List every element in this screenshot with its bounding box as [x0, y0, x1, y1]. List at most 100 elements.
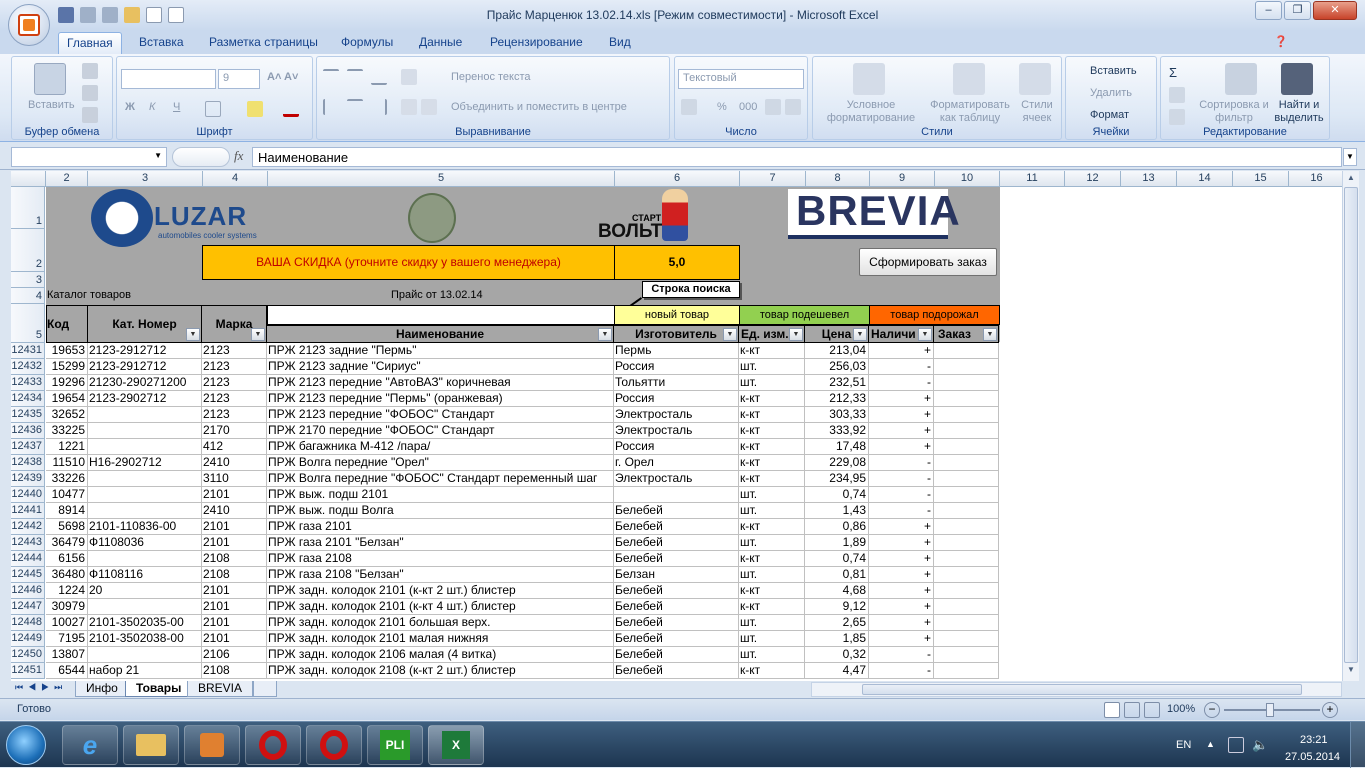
indent-decrease-icon[interactable] [401, 99, 417, 115]
cell-unit[interactable]: к-кт [738, 519, 805, 535]
underline-button[interactable]: Ч [173, 101, 180, 113]
cell-unit[interactable]: шт. [738, 615, 805, 631]
cell-price[interactable]: 303,33 [804, 407, 869, 423]
column-header[interactable]: 9 [870, 171, 935, 187]
row-header[interactable]: 1 [11, 187, 45, 229]
number-format-combo[interactable]: Текстовый [678, 69, 804, 89]
cell-code[interactable]: 30979 [46, 599, 88, 615]
cell-cat[interactable] [87, 471, 202, 487]
wrap-text-button[interactable]: Перенос текста [451, 71, 531, 83]
cell-cat[interactable] [87, 503, 202, 519]
tab-insert[interactable]: Вставка [131, 35, 192, 49]
clock-date[interactable]: 27.05.2014 [1285, 751, 1340, 763]
cell-brand[interactable]: 2101 [201, 583, 267, 599]
cell-maker[interactable]: Белебей [613, 599, 739, 615]
normal-view-icon[interactable] [1104, 702, 1120, 718]
cell-unit[interactable]: шт. [738, 487, 805, 503]
header-name[interactable]: Наименование ▼ [266, 325, 614, 343]
row-header[interactable]: 3 [11, 272, 45, 288]
cell-stock[interactable]: + [868, 407, 934, 423]
cell-price[interactable]: 212,33 [804, 391, 869, 407]
cell-code[interactable]: 36479 [46, 535, 88, 551]
font-color-icon[interactable] [283, 101, 299, 117]
taskbar-opera-2[interactable] [306, 725, 362, 765]
row-header[interactable]: 12451 [11, 663, 45, 679]
cell-stock[interactable]: + [868, 439, 934, 455]
column-header[interactable]: 2 [46, 171, 88, 187]
cell-cat[interactable] [87, 407, 202, 423]
cell-brand[interactable]: 2101 [201, 631, 267, 647]
row-header[interactable]: 12431 [11, 343, 45, 359]
cell-unit[interactable]: к-кт [738, 551, 805, 567]
cell-name[interactable]: ПРЖ задн. колодок 2101 (к-кт 4 шт.) блис… [266, 599, 614, 615]
cell-unit[interactable]: к-кт [738, 471, 805, 487]
align-top-icon[interactable] [323, 69, 339, 85]
indent-increase-icon[interactable] [421, 99, 437, 115]
cell-brand[interactable]: 412 [201, 439, 267, 455]
currency-icon[interactable] [681, 99, 697, 115]
cell-brand[interactable]: 2123 [201, 407, 267, 423]
cell-maker[interactable]: г. Орел [613, 455, 739, 471]
clear-icon[interactable] [1169, 109, 1185, 125]
cell-price[interactable]: 229,08 [804, 455, 869, 471]
align-bottom-icon[interactable] [371, 69, 387, 85]
cell-cat[interactable]: 2101-3502035-00 [87, 615, 202, 631]
cell-maker[interactable]: Белебей [613, 503, 739, 519]
zoom-out-icon[interactable]: − [1204, 702, 1220, 718]
font-name-combo[interactable] [121, 69, 216, 89]
filter-dropdown-icon[interactable]: ▼ [853, 328, 867, 341]
cell-cat[interactable] [87, 647, 202, 663]
cell-unit[interactable]: к-кт [738, 439, 805, 455]
grow-font-icon[interactable]: A˄ A˅ [267, 71, 298, 83]
scroll-up-icon[interactable]: ▲ [1344, 173, 1358, 187]
cell-code[interactable]: 36480 [46, 567, 88, 583]
cell-stock[interactable]: + [868, 519, 934, 535]
column-header[interactable]: 11 [1000, 171, 1065, 187]
cell-brand[interactable]: 2108 [201, 663, 267, 679]
header-unit[interactable]: Ед. изм. ▼ [738, 325, 805, 343]
scroll-down-icon[interactable]: ▼ [1344, 665, 1358, 679]
cell-order[interactable] [933, 423, 999, 439]
cell-name[interactable]: ПРЖ газа 2101 "Белзан" [266, 535, 614, 551]
cell-price[interactable]: 9,12 [804, 599, 869, 615]
cell-cat[interactable]: Ф1108036 [87, 535, 202, 551]
cell-unit[interactable]: к-кт [738, 455, 805, 471]
restore-button[interactable]: ❐ [1284, 1, 1311, 20]
cell-price[interactable]: 256,03 [804, 359, 869, 375]
cell-price[interactable]: 1,85 [804, 631, 869, 647]
header-stock[interactable]: Наличи ▼ [868, 325, 934, 343]
cell-name[interactable]: ПРЖ Волга передние "Орел" [266, 455, 614, 471]
orientation-icon[interactable] [401, 69, 417, 85]
cell-maker[interactable]: Россия [613, 391, 739, 407]
cell-stock[interactable]: + [868, 583, 934, 599]
merge-center-button[interactable]: Объединить и поместить в центре [451, 101, 627, 113]
cell-stock[interactable]: + [868, 535, 934, 551]
cell-code[interactable]: 6544 [46, 663, 88, 679]
scroll-thumb[interactable] [1344, 187, 1358, 663]
cell-order[interactable] [933, 407, 999, 423]
cell-cat[interactable]: 2123-2902712 [87, 391, 202, 407]
column-header[interactable]: 14 [1177, 171, 1233, 187]
row-header[interactable]: 12449 [11, 631, 45, 647]
cell-stock[interactable]: + [868, 551, 934, 567]
cut-icon[interactable] [82, 63, 98, 79]
align-middle-icon[interactable] [347, 69, 363, 85]
filter-dropdown-icon[interactable]: ▼ [789, 328, 803, 341]
cell-maker[interactable]: Белебей [613, 615, 739, 631]
cell-maker[interactable]: Белебей [613, 535, 739, 551]
cell-cat[interactable]: Ф1108116 [87, 567, 202, 583]
language-indicator[interactable]: EN [1176, 739, 1191, 751]
cell-brand[interactable]: 2101 [201, 599, 267, 615]
taskbar-pli[interactable]: PLI [367, 725, 423, 765]
cell-price[interactable]: 213,04 [804, 343, 869, 359]
row-header[interactable]: 12435 [11, 407, 45, 423]
row-header[interactable]: 12438 [11, 455, 45, 471]
cell-code[interactable]: 5698 [46, 519, 88, 535]
cell-code[interactable]: 10477 [46, 487, 88, 503]
cell-cat[interactable] [87, 439, 202, 455]
cell-stock[interactable]: + [868, 615, 934, 631]
cell-price[interactable]: 1,89 [804, 535, 869, 551]
select-all-corner[interactable] [11, 171, 46, 187]
cell-stock[interactable]: - [868, 471, 934, 487]
row-header[interactable]: 12437 [11, 439, 45, 455]
